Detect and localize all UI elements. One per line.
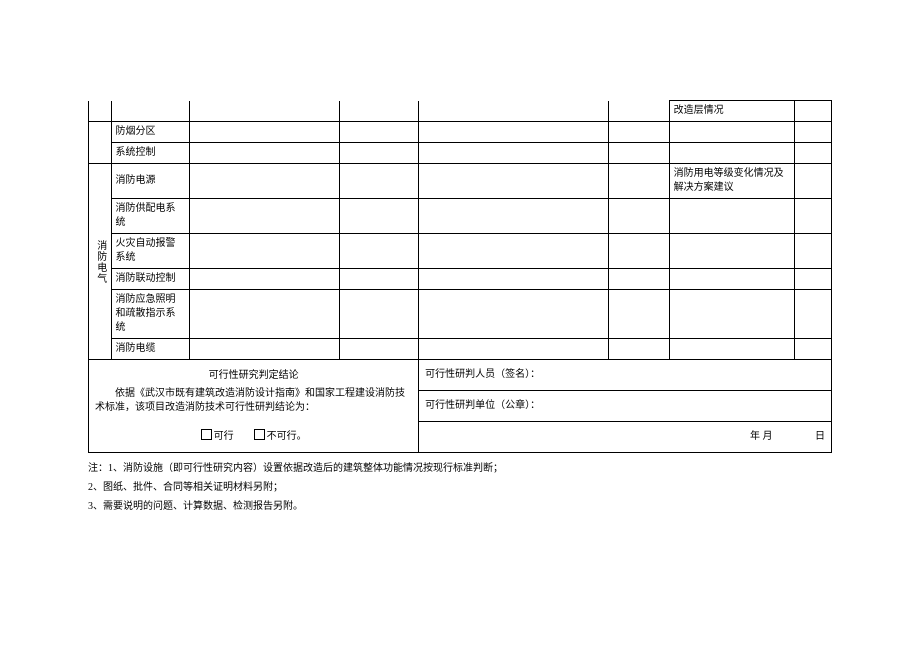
main-table: 改造层情况 防烟分区 系统控制 消防电气 消防电源 消防用电等级变化情况及解决方… bbox=[88, 100, 832, 453]
col-header: 改造层情况 bbox=[669, 101, 794, 122]
blank-cell bbox=[669, 339, 794, 360]
blank-cell bbox=[794, 234, 831, 269]
checkbox-icon[interactable] bbox=[254, 429, 265, 440]
blank-cell bbox=[609, 234, 669, 269]
blank-cell bbox=[111, 101, 190, 122]
blank-cell bbox=[419, 199, 609, 234]
option-no: 不可行。 bbox=[267, 431, 307, 442]
blank-cell bbox=[339, 164, 418, 199]
footnote-3: 3、需要说明的问题、计算数据、检测报告另附。 bbox=[88, 497, 832, 516]
blank-cell bbox=[339, 269, 418, 290]
blank-cell bbox=[669, 269, 794, 290]
blank-cell bbox=[669, 199, 794, 234]
table-row: 消防电缆 bbox=[89, 339, 832, 360]
row-label: 消防应急照明和疏散指示系统 bbox=[111, 290, 190, 339]
blank-cell bbox=[669, 290, 794, 339]
blank-cell bbox=[419, 339, 609, 360]
date-d: 日 bbox=[815, 431, 825, 442]
blank-cell bbox=[190, 290, 340, 339]
blank-cell bbox=[609, 101, 669, 122]
table-row: 火灾自动报警系统 bbox=[89, 234, 832, 269]
table-row: 消防联动控制 bbox=[89, 269, 832, 290]
conclusion-body: 依据《武汉市既有建筑改造消防设计指南》和国家工程建设消防技术标准，该项目改造消防… bbox=[95, 387, 412, 415]
row-label: 消防联动控制 bbox=[111, 269, 190, 290]
blank-cell bbox=[669, 234, 794, 269]
blank-cell bbox=[794, 101, 831, 122]
blank-cell bbox=[190, 199, 340, 234]
row-label: 消防电缆 bbox=[111, 339, 190, 360]
blank-cell bbox=[794, 199, 831, 234]
date-cell: 年 月 日 bbox=[419, 422, 832, 453]
blank-cell bbox=[89, 143, 112, 164]
table-row: 消防供配电系统 bbox=[89, 199, 832, 234]
row-label: 消防电源 bbox=[111, 164, 190, 199]
blank-cell bbox=[794, 339, 831, 360]
conclusion-title: 可行性研究判定结论 bbox=[95, 369, 412, 383]
blank-cell bbox=[609, 269, 669, 290]
conclusion-options: 可行 不可行。 bbox=[95, 429, 412, 444]
blank-cell bbox=[609, 122, 669, 143]
blank-cell bbox=[190, 122, 340, 143]
blank-cell bbox=[609, 339, 669, 360]
blank-cell bbox=[190, 101, 340, 122]
blank-cell bbox=[339, 339, 418, 360]
blank-cell bbox=[419, 164, 609, 199]
blank-cell bbox=[339, 143, 418, 164]
blank-cell bbox=[794, 143, 831, 164]
table-row: 消防应急照明和疏散指示系统 bbox=[89, 290, 832, 339]
blank-cell bbox=[419, 290, 609, 339]
blank-cell bbox=[339, 101, 418, 122]
blank-cell bbox=[609, 164, 669, 199]
table-row: 消防电气 消防电源 消防用电等级变化情况及解决方案建议 bbox=[89, 164, 832, 199]
signer-cell: 可行性研判人员（签名）： bbox=[419, 360, 832, 391]
row-label: 系统控制 bbox=[111, 143, 190, 164]
row-label: 消防供配电系统 bbox=[111, 199, 190, 234]
blank-cell bbox=[669, 122, 794, 143]
page: 改造层情况 防烟分区 系统控制 消防电气 消防电源 消防用电等级变化情况及解决方… bbox=[0, 0, 920, 516]
blank-cell bbox=[339, 122, 418, 143]
section-label: 消防电气 bbox=[89, 164, 112, 360]
blank-cell bbox=[419, 143, 609, 164]
blank-cell bbox=[339, 290, 418, 339]
blank-cell bbox=[89, 122, 112, 143]
blank-cell bbox=[794, 122, 831, 143]
footnote-1: 注：1、消防设施（即可行性研究内容）设置依据改造后的建筑整体功能情况按现行标准判… bbox=[88, 459, 832, 478]
blank-cell bbox=[669, 143, 794, 164]
blank-cell bbox=[89, 101, 112, 122]
option-yes: 可行 bbox=[214, 431, 234, 442]
row-label: 火灾自动报警系统 bbox=[111, 234, 190, 269]
blank-cell bbox=[190, 234, 340, 269]
blank-cell bbox=[190, 143, 340, 164]
conclusion-cell: 可行性研究判定结论 依据《武汉市既有建筑改造消防设计指南》和国家工程建设消防技术… bbox=[89, 360, 419, 453]
blank-cell bbox=[609, 290, 669, 339]
date-ym: 年 月 bbox=[750, 430, 773, 444]
row-label: 防烟分区 bbox=[111, 122, 190, 143]
table-row: 改造层情况 bbox=[89, 101, 832, 122]
blank-cell bbox=[794, 290, 831, 339]
blank-cell bbox=[339, 199, 418, 234]
checkbox-icon[interactable] bbox=[201, 429, 212, 440]
table-row: 系统控制 bbox=[89, 143, 832, 164]
blank-cell bbox=[609, 143, 669, 164]
blank-cell bbox=[419, 101, 609, 122]
blank-cell bbox=[419, 122, 609, 143]
table-row: 防烟分区 bbox=[89, 122, 832, 143]
blank-cell bbox=[794, 164, 831, 199]
blank-cell bbox=[419, 234, 609, 269]
blank-cell bbox=[339, 234, 418, 269]
blank-cell bbox=[609, 199, 669, 234]
table-row: 可行性研究判定结论 依据《武汉市既有建筑改造消防设计指南》和国家工程建设消防技术… bbox=[89, 360, 832, 391]
row-note: 消防用电等级变化情况及解决方案建议 bbox=[669, 164, 794, 199]
blank-cell bbox=[190, 164, 340, 199]
blank-cell bbox=[419, 269, 609, 290]
unit-cell: 可行性研判单位（公章）： bbox=[419, 391, 832, 422]
footnotes: 注：1、消防设施（即可行性研究内容）设置依据改造后的建筑整体功能情况按现行标准判… bbox=[88, 459, 832, 516]
blank-cell bbox=[794, 269, 831, 290]
footnote-2: 2、图纸、批件、合同等相关证明材料另附； bbox=[88, 478, 832, 497]
blank-cell bbox=[190, 269, 340, 290]
blank-cell bbox=[190, 339, 340, 360]
